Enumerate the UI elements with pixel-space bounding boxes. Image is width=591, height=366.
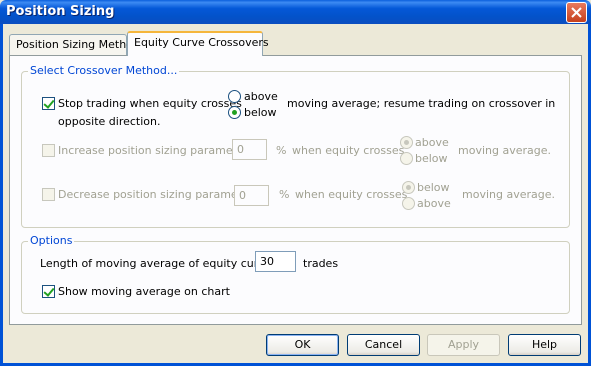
increase-param-input[interactable] [232, 139, 267, 160]
ok-button[interactable]: OK [266, 334, 339, 356]
crossover-method-group: Select Crossover Method... Stop trading … [21, 64, 570, 228]
decrease-param-checkbox[interactable] [42, 188, 55, 201]
close-icon [571, 7, 582, 18]
row1-radio-above-label: above [244, 90, 278, 103]
stop-trading-label: Stop trading when equity crosses [58, 97, 242, 110]
title-bar[interactable]: Position Sizing [0, 0, 591, 24]
decrease-param-input[interactable] [234, 185, 269, 206]
increase-when-label: when equity crosses [292, 144, 405, 157]
row3-radio-above-label: above [417, 197, 451, 210]
stop-trading-label-line2: opposite direction. [58, 115, 161, 128]
row1-radio-below-label: below [244, 106, 277, 119]
options-group-title: Options [28, 234, 75, 247]
apply-button[interactable]: Apply [427, 334, 500, 356]
ma-length-unit: trades [303, 257, 339, 270]
row1-radio-above[interactable] [228, 90, 241, 103]
row3-radio-below-label: below [417, 181, 450, 194]
row1-suffix: moving average; resume trading on crosso… [287, 97, 556, 110]
row2-radio-above-label: above [415, 136, 449, 149]
ma-length-input[interactable] [255, 251, 296, 272]
decrease-when-label: when equity crosses [295, 188, 408, 201]
show-ma-label: Show moving average on chart [58, 285, 230, 298]
crossover-group-title: Select Crossover Method... [28, 64, 180, 77]
tab-position-sizing-method[interactable]: Position Sizing Method [9, 34, 140, 55]
cancel-button[interactable]: Cancel [347, 334, 420, 356]
close-button[interactable] [566, 2, 587, 23]
show-ma-checkbox[interactable] [42, 285, 55, 298]
decrease-param-label: Decrease position sizing parameter [58, 188, 254, 201]
tab-panel: Select Crossover Method... Stop trading … [9, 55, 582, 325]
row2-radio-below[interactable] [400, 152, 413, 165]
row3-radio-above[interactable] [402, 197, 415, 210]
increase-param-checkbox[interactable] [42, 144, 55, 157]
help-button[interactable]: Help [508, 334, 581, 356]
decrease-percent-label: % [279, 188, 290, 201]
increase-param-label: Increase position sizing parameter [58, 144, 249, 157]
tab-equity-curve-crossovers[interactable]: Equity Curve Crossovers [127, 31, 269, 56]
row2-radio-below-label: below [415, 152, 448, 165]
row2-suffix: moving average. [458, 144, 551, 157]
increase-percent-label: % [276, 144, 287, 157]
stop-trading-checkbox[interactable] [42, 97, 55, 110]
window-title: Position Sizing [6, 4, 115, 19]
row2-radio-above[interactable] [400, 136, 413, 149]
options-group: Options Length of moving average of equi… [21, 234, 570, 314]
row3-suffix: moving average. [462, 188, 555, 201]
row3-radio-below[interactable] [402, 181, 415, 194]
ma-length-label: Length of moving average of equity curve… [40, 257, 276, 270]
row1-radio-below[interactable] [228, 106, 241, 119]
